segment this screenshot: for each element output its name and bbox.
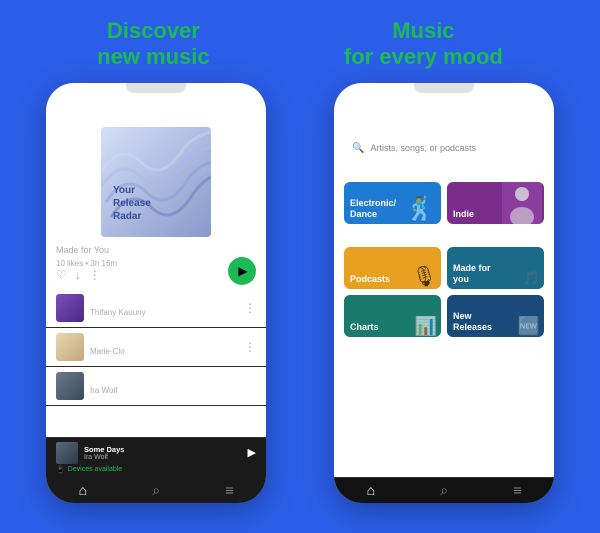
- track-thumbnail: [56, 333, 84, 361]
- heart-icon[interactable]: ♡: [56, 268, 67, 282]
- nav-library-icon[interactable]: ≡: [513, 482, 521, 499]
- search-title: Search: [344, 101, 544, 130]
- more-icon[interactable]: ⋮: [89, 268, 101, 282]
- genre-image: [500, 182, 544, 224]
- now-playing-left: Some Days Ira Wolf: [56, 442, 124, 464]
- album-title: Your Release Radar: [113, 184, 151, 223]
- search-input-box[interactable]: 🔍 Artists, songs, or podcasts: [344, 138, 544, 159]
- right-phone-screen: Search 🔍 Artists, songs, or podcasts You…: [334, 93, 554, 503]
- np-title: Some Days: [84, 445, 124, 454]
- genre-charts[interactable]: Charts 📊: [344, 295, 441, 337]
- nav-library-icon[interactable]: ≡: [225, 482, 233, 499]
- track-details: Sablier Marie-Clo: [90, 337, 238, 356]
- play-icon: ▶: [238, 264, 247, 278]
- track-play-icon[interactable]: ▶: [248, 379, 256, 392]
- genre-made-for-you[interactable]: Made foryou 🎵: [447, 247, 544, 289]
- track-name: Sablier: [90, 337, 238, 347]
- genre-label: Charts: [350, 322, 379, 333]
- np-play-icon[interactable]: ▶: [248, 446, 256, 459]
- action-icons: ♡ ↓ ⋮: [56, 268, 117, 282]
- table-row[interactable]: Sablier Marie-Clo ⋮: [46, 328, 266, 367]
- album-art: Your Release Radar: [101, 127, 211, 237]
- podcasts-icon: 🎙: [412, 264, 437, 289]
- search-placeholder: Artists, songs, or podcasts: [370, 143, 476, 153]
- genre-new-releases[interactable]: NewReleases 🆕: [447, 295, 544, 337]
- track-thumbnail: [56, 372, 84, 400]
- track-artist: Marie-Clo: [90, 347, 238, 356]
- made-for-you-icon: 🎵: [523, 270, 540, 287]
- table-row[interactable]: Em Algum Lugar Thifany Kauuny ⋮: [46, 289, 266, 328]
- play-button[interactable]: ▶: [228, 257, 256, 285]
- nav-search-icon[interactable]: ⌕: [152, 482, 160, 499]
- track-list: Em Algum Lugar Thifany Kauuny ⋮ Sablier …: [46, 289, 266, 437]
- top-genres-label: Your top genres: [344, 167, 544, 178]
- genre-label: Made foryou: [453, 263, 491, 285]
- likes-duration: 10 likes • 3h 16m: [56, 259, 117, 268]
- table-row[interactable]: Some Days Ira Wolf ▶: [46, 367, 266, 406]
- track-artist: Ira Wolf: [90, 386, 242, 395]
- top-genres-grid: Electronic/Dance 🕺 Indie: [344, 182, 544, 224]
- new-releases-icon: 🆕: [518, 316, 540, 337]
- np-artist: Ira Wolf: [84, 454, 124, 461]
- nav-home-icon[interactable]: ⌂: [79, 482, 87, 499]
- track-more-icon[interactable]: ⋮: [244, 301, 256, 315]
- top-genres-section: Your top genres Electronic/Dance 🕺 Indie: [344, 167, 544, 224]
- top-bar: ←: [46, 93, 266, 123]
- right-phone: Search 🔍 Artists, songs, or podcasts You…: [334, 83, 554, 503]
- genre-electronic[interactable]: Electronic/Dance 🕺: [344, 182, 441, 224]
- nav-search-icon[interactable]: ⌕: [440, 482, 448, 499]
- album-art-container: Your Release Radar: [46, 123, 266, 241]
- device-icon: 📱: [56, 466, 65, 474]
- track-more-icon[interactable]: ⋮: [244, 340, 256, 354]
- bottom-nav: ⌂ ⌕ ≡: [46, 478, 266, 503]
- genre-label: Podcasts: [350, 274, 390, 285]
- track-details: Some Days Ira Wolf: [90, 376, 242, 395]
- left-phone-screen: ←: [46, 93, 266, 503]
- left-headline: Discover new music: [97, 18, 209, 71]
- charts-icon: 📊: [415, 316, 437, 337]
- search-icon: 🔍: [352, 143, 364, 154]
- genre-label: Electronic/Dance: [350, 198, 396, 220]
- genre-label: Indie: [453, 209, 474, 220]
- controls-row: 10 likes • 3h 16m ♡ ↓ ⋮ ▶: [46, 255, 266, 289]
- np-thumbnail: [56, 442, 78, 464]
- phone-notch: [126, 83, 186, 93]
- genre-podcasts[interactable]: Podcasts 🎙: [344, 247, 441, 289]
- track-name: Some Days: [90, 376, 242, 386]
- track-thumbnail: [56, 294, 84, 322]
- phone-notch: [414, 83, 474, 93]
- made-for-you-label: Made for You: [46, 241, 266, 255]
- track-artist: Thifany Kauuny: [90, 308, 238, 317]
- back-arrow-icon[interactable]: ←: [56, 101, 70, 117]
- browse-all-section: Browse all Podcasts 🎙 Made foryou 🎵: [344, 232, 544, 337]
- np-device: 📱 Devices available: [56, 466, 256, 474]
- right-bottom-nav: ⌂ ⌕ ≡: [334, 477, 554, 503]
- track-details: Em Algum Lugar Thifany Kauuny: [90, 298, 238, 317]
- right-headline: Music for every mood: [344, 18, 503, 71]
- left-phone: ←: [46, 83, 266, 503]
- download-icon[interactable]: ↓: [75, 268, 81, 282]
- search-screen-container: Search 🔍 Artists, songs, or podcasts You…: [334, 93, 554, 503]
- genre-indie[interactable]: Indie: [447, 182, 544, 224]
- nav-home-icon[interactable]: ⌂: [367, 482, 375, 499]
- genre-figure-icon: 🕺: [405, 195, 435, 224]
- now-playing-info: Some Days Ira Wolf ▶: [56, 442, 256, 464]
- track-name: Em Algum Lugar: [90, 298, 238, 308]
- search-screen: Search 🔍 Artists, songs, or podcasts You…: [334, 93, 554, 345]
- np-text: Some Days Ira Wolf: [84, 445, 124, 461]
- now-playing-bar: Some Days Ira Wolf ▶ 📱 Devices available: [46, 437, 266, 478]
- genre-label: NewReleases: [453, 311, 492, 333]
- browse-all-grid: Podcasts 🎙 Made foryou 🎵 Charts 📊: [344, 247, 544, 337]
- browse-all-label: Browse all: [344, 232, 544, 243]
